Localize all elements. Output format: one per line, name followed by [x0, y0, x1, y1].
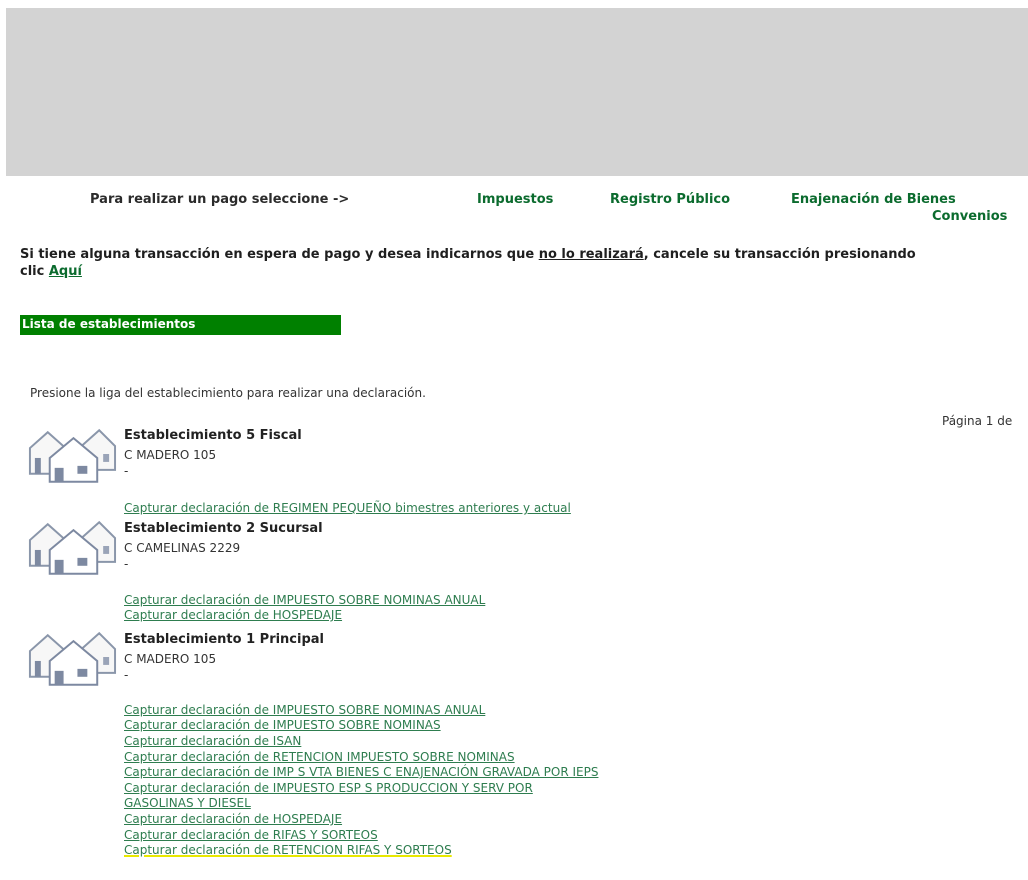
- establishment-extra: -: [124, 557, 129, 571]
- establishment-address: C CAMELINAS 2229: [124, 541, 241, 555]
- notice-underlined: no lo realizará: [538, 247, 644, 262]
- payment-prompt: Para realizar un pago seleccione ->: [90, 192, 350, 207]
- declaration-link-continuation[interactable]: GASOLINAS Y DIESEL: [124, 796, 251, 811]
- establishment-address: C MADERO 105: [124, 652, 217, 666]
- cancel-transaction-link[interactable]: Aquí: [49, 264, 82, 279]
- page-indicator: Página 1 de: [942, 414, 1013, 428]
- establishment-name[interactable]: Establecimiento 2 Sucursal: [124, 521, 323, 536]
- link-convenios[interactable]: Convenios: [932, 209, 1007, 224]
- establishment-name[interactable]: Establecimiento 5 Fiscal: [124, 428, 302, 443]
- establishment-address: C MADERO 105: [124, 448, 217, 462]
- declaration-link[interactable]: Capturar declaración de REGIMEN PEQUEÑO …: [124, 501, 571, 516]
- pending-transaction-notice: Si tiene alguna transacción en espera de…: [20, 246, 920, 280]
- instructions-text: Presione la liga del establecimiento par…: [30, 386, 426, 400]
- declaration-link[interactable]: Capturar declaración de IMPUESTO ESP S P…: [124, 781, 533, 796]
- declaration-link[interactable]: Capturar declaración de IMPUESTO SOBRE N…: [124, 703, 485, 718]
- section-title: Lista de establecimientos: [22, 317, 196, 331]
- declaration-link[interactable]: Capturar declaración de HOSPEDAJE: [124, 812, 342, 827]
- declaration-link[interactable]: Capturar declaración de RETENCION RIFAS …: [124, 843, 452, 858]
- house-icon: [28, 632, 117, 686]
- link-enajenacion-bienes[interactable]: Enajenación de Bienes: [791, 192, 956, 207]
- declaration-link[interactable]: Capturar declaración de RIFAS Y SORTEOS: [124, 828, 378, 843]
- declaration-link[interactable]: Capturar declaración de ISAN: [124, 734, 301, 749]
- declaration-link[interactable]: Capturar declaración de HOSPEDAJE: [124, 608, 342, 623]
- declaration-link[interactable]: Capturar declaración de RETENCION IMPUES…: [124, 750, 515, 765]
- establishment-extra: -: [124, 668, 129, 682]
- house-icon: [28, 521, 117, 575]
- declaration-link[interactable]: Capturar declaración de IMPUESTO SOBRE N…: [124, 718, 441, 733]
- establishment-extra: -: [124, 464, 129, 478]
- house-icon: [28, 429, 117, 483]
- establishment-name[interactable]: Establecimiento 1 Principal: [124, 632, 324, 647]
- section-header: Lista de establecimientos: [20, 315, 341, 335]
- declaration-link[interactable]: Capturar declaración de IMPUESTO SOBRE N…: [124, 593, 485, 608]
- declaration-link[interactable]: Capturar declaración de IMP S VTA BIENES…: [124, 765, 598, 780]
- link-impuestos[interactable]: Impuestos: [477, 192, 553, 207]
- link-registro-publico[interactable]: Registro Público: [610, 192, 730, 207]
- header-banner: [6, 8, 1028, 176]
- notice-text-before: Si tiene alguna transacción en espera de…: [20, 247, 539, 262]
